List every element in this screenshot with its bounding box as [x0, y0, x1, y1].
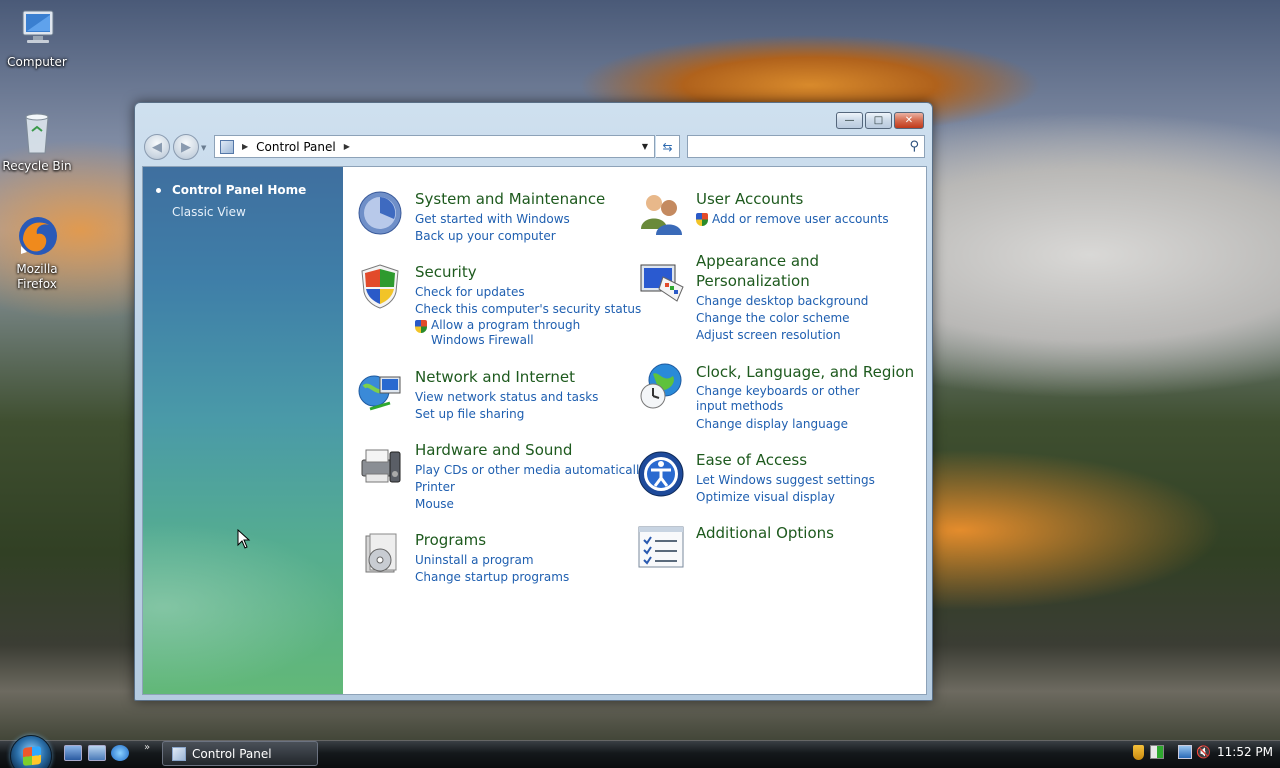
category-link[interactable]: View network status and tasks — [415, 389, 598, 406]
category-link[interactable]: Mouse — [415, 496, 646, 513]
maximize-icon: □ — [873, 115, 884, 126]
network-internet-icon — [356, 367, 404, 415]
category-link[interactable]: Allow a program through Windows Firewall — [415, 318, 610, 348]
category-link[interactable]: Get started with Windows — [415, 211, 570, 228]
windows-logo-icon — [23, 746, 41, 766]
system-maintenance-icon — [356, 189, 404, 237]
current-item-bullet-icon — [156, 188, 161, 193]
content-pane: Control Panel Home Classic View System a… — [142, 166, 927, 695]
clock-language-icon — [637, 362, 685, 410]
category-title[interactable]: Programs — [415, 530, 486, 550]
category-link[interactable]: Check for updates — [415, 284, 641, 301]
category-title[interactable]: Ease of Access — [696, 450, 807, 470]
ease-of-access-icon — [637, 450, 685, 498]
category-title[interactable]: Hardware and Sound — [415, 440, 572, 460]
desktop-icon-label: Recycle Bin — [2, 159, 72, 173]
minimize-icon: — — [844, 115, 855, 126]
category-link[interactable]: Adjust screen resolution — [696, 327, 868, 344]
hardware-sound-icon — [356, 440, 404, 488]
breadcrumb-arrow-icon[interactable]: ▶ — [344, 142, 350, 151]
forward-button[interactable]: ▶ — [173, 134, 199, 160]
control-panel-icon — [220, 139, 234, 154]
window-controls: — □ ✕ — [836, 112, 924, 129]
appearance-icon — [637, 259, 685, 307]
additional-options-icon — [637, 523, 685, 571]
desktop-icon-computer[interactable]: Computer — [0, 5, 74, 70]
category-link-text[interactable]: Add or remove user accounts — [712, 212, 889, 226]
maximize-button[interactable]: □ — [865, 112, 892, 129]
control-panel-window: — □ ✕ ◀ ▶ ▼ ▶ Control Panel ▶ ▼ ⇆ ⚲ Cont… — [134, 102, 933, 701]
category-title[interactable]: Appearance and Personalization — [696, 251, 846, 291]
desktop-icon-recycle-bin[interactable]: Recycle Bin — [0, 109, 74, 174]
uac-shield-icon — [696, 213, 708, 226]
control-panel-icon — [172, 746, 186, 761]
firefox-icon — [13, 212, 61, 260]
taskbar-button-label: Control Panel — [192, 746, 272, 761]
security-shield-icon — [356, 262, 404, 310]
close-button[interactable]: ✕ — [894, 112, 924, 129]
category-link[interactable]: Printer — [415, 479, 646, 496]
programs-icon — [356, 530, 404, 578]
minimize-button[interactable]: — — [836, 112, 863, 129]
back-arrow-icon: ◀ — [152, 139, 162, 155]
category-title[interactable]: User Accounts — [696, 189, 803, 209]
breadcrumb-arrow-icon: ▶ — [242, 142, 249, 151]
category-link[interactable]: Back up your computer — [415, 228, 570, 245]
control-panel-home-link[interactable]: Control Panel Home — [172, 183, 306, 197]
category-title[interactable]: Additional Options — [696, 523, 834, 543]
uac-shield-icon — [415, 320, 427, 333]
refresh-button[interactable]: ⇆ — [656, 135, 680, 158]
recycle-bin-icon — [13, 109, 61, 157]
switch-windows-icon[interactable] — [88, 745, 106, 761]
category-link[interactable]: Uninstall a program — [415, 552, 569, 569]
system-clock[interactable]: 11:52 PM — [1217, 745, 1273, 759]
category-link[interactable]: Set up file sharing — [415, 406, 598, 423]
refresh-icon: ⇆ — [662, 139, 673, 154]
volume-muted-icon[interactable]: 🔇 — [1196, 745, 1211, 759]
category-link[interactable]: Add or remove user accounts — [696, 211, 889, 228]
classic-view-link[interactable]: Classic View — [172, 205, 246, 219]
mouse-cursor-icon — [237, 529, 251, 549]
category-link[interactable]: Let Windows suggest settings — [696, 472, 875, 489]
category-title[interactable]: System and Maintenance — [415, 189, 605, 209]
computer-icon — [13, 5, 61, 53]
security-alert-icon[interactable] — [1133, 745, 1144, 760]
category-title[interactable]: Network and Internet — [415, 367, 575, 387]
category-link[interactable]: Check this computer's security status — [415, 301, 641, 318]
category-link[interactable]: Change desktop background — [696, 293, 868, 310]
category-title[interactable]: Security — [415, 262, 477, 282]
search-input[interactable]: ⚲ — [687, 135, 925, 158]
desktop-icon-label: Computer — [7, 55, 67, 69]
user-accounts-icon — [637, 189, 685, 237]
category-link[interactable]: Change startup programs — [415, 569, 569, 586]
category-link[interactable]: Play CDs or other media automatically — [415, 462, 646, 479]
breadcrumb-location[interactable]: Control Panel — [256, 140, 336, 154]
category-link[interactable]: Change keyboards or other input methods — [696, 384, 886, 414]
quick-launch-more-icon[interactable]: » — [144, 742, 150, 753]
taskbar-button-control-panel[interactable]: Control Panel — [162, 741, 318, 766]
category-link[interactable]: Change the color scheme — [696, 310, 868, 327]
windows-defender-icon[interactable] — [1150, 745, 1164, 759]
forward-arrow-icon: ▶ — [181, 139, 191, 155]
task-pane: Control Panel Home Classic View — [143, 167, 343, 694]
show-desktop-icon[interactable] — [64, 745, 82, 761]
back-button[interactable]: ◀ — [144, 134, 170, 160]
category-link[interactable]: Optimize visual display — [696, 489, 875, 506]
desktop-icon-label: Mozilla Firefox — [16, 262, 58, 291]
close-icon: ✕ — [904, 115, 914, 126]
internet-explorer-icon[interactable] — [111, 745, 129, 761]
category-link-text[interactable]: Allow a program through Windows Firewall — [431, 318, 580, 347]
category-title[interactable]: Clock, Language, and Region — [696, 362, 914, 382]
recent-pages-dropdown[interactable]: ▼ — [201, 144, 206, 152]
category-link[interactable]: Change display language — [696, 416, 886, 433]
network-icon[interactable] — [1178, 745, 1192, 759]
address-bar[interactable]: ▶ Control Panel ▶ ▼ — [214, 135, 655, 158]
address-dropdown-icon[interactable]: ▼ — [642, 142, 648, 151]
desktop-icon-firefox[interactable]: Mozilla Firefox — [0, 212, 74, 292]
search-icon[interactable]: ⚲ — [909, 139, 919, 154]
